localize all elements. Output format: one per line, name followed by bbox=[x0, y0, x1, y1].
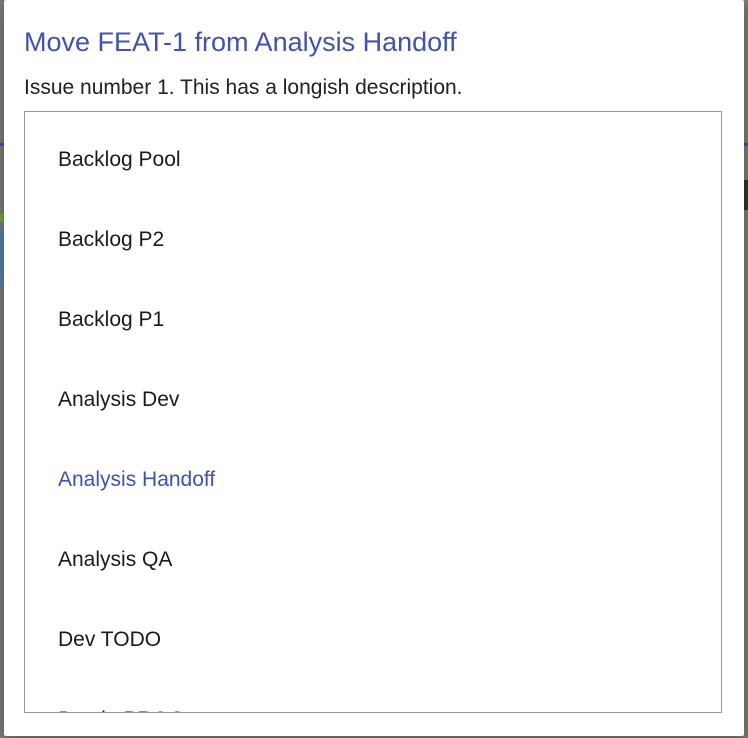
column-option[interactable]: Backlog Pool bbox=[25, 120, 721, 200]
column-option[interactable]: Dev TODO bbox=[25, 600, 721, 680]
column-list: Backlog Pool Backlog P2 Backlog P1 Analysis… bbox=[25, 112, 721, 712]
column-option[interactable]: Backlog P1 bbox=[25, 280, 721, 360]
column-list-scroll-area[interactable]: Backlog Pool Backlog P2 Backlog P1 Analysis… bbox=[24, 111, 722, 713]
issue-description: Issue number 1. This has a longish descr… bbox=[24, 76, 463, 99]
column-option[interactable]: Backlog P2 bbox=[25, 200, 721, 280]
column-option-current[interactable]: Analysis Handoff bbox=[25, 440, 721, 520]
background-header-rule-right bbox=[744, 143, 748, 146]
dialog-title: Move FEAT-1 from Analysis Handoff bbox=[24, 27, 457, 57]
background-column-edge bbox=[744, 180, 748, 210]
column-option[interactable]: Analysis QA bbox=[25, 520, 721, 600]
move-issue-dialog: Move FEAT-1 from Analysis Handoff Issue … bbox=[4, 0, 744, 736]
column-option[interactable]: Dev in PROG bbox=[25, 680, 721, 712]
column-option[interactable]: Analysis Dev bbox=[25, 360, 721, 440]
